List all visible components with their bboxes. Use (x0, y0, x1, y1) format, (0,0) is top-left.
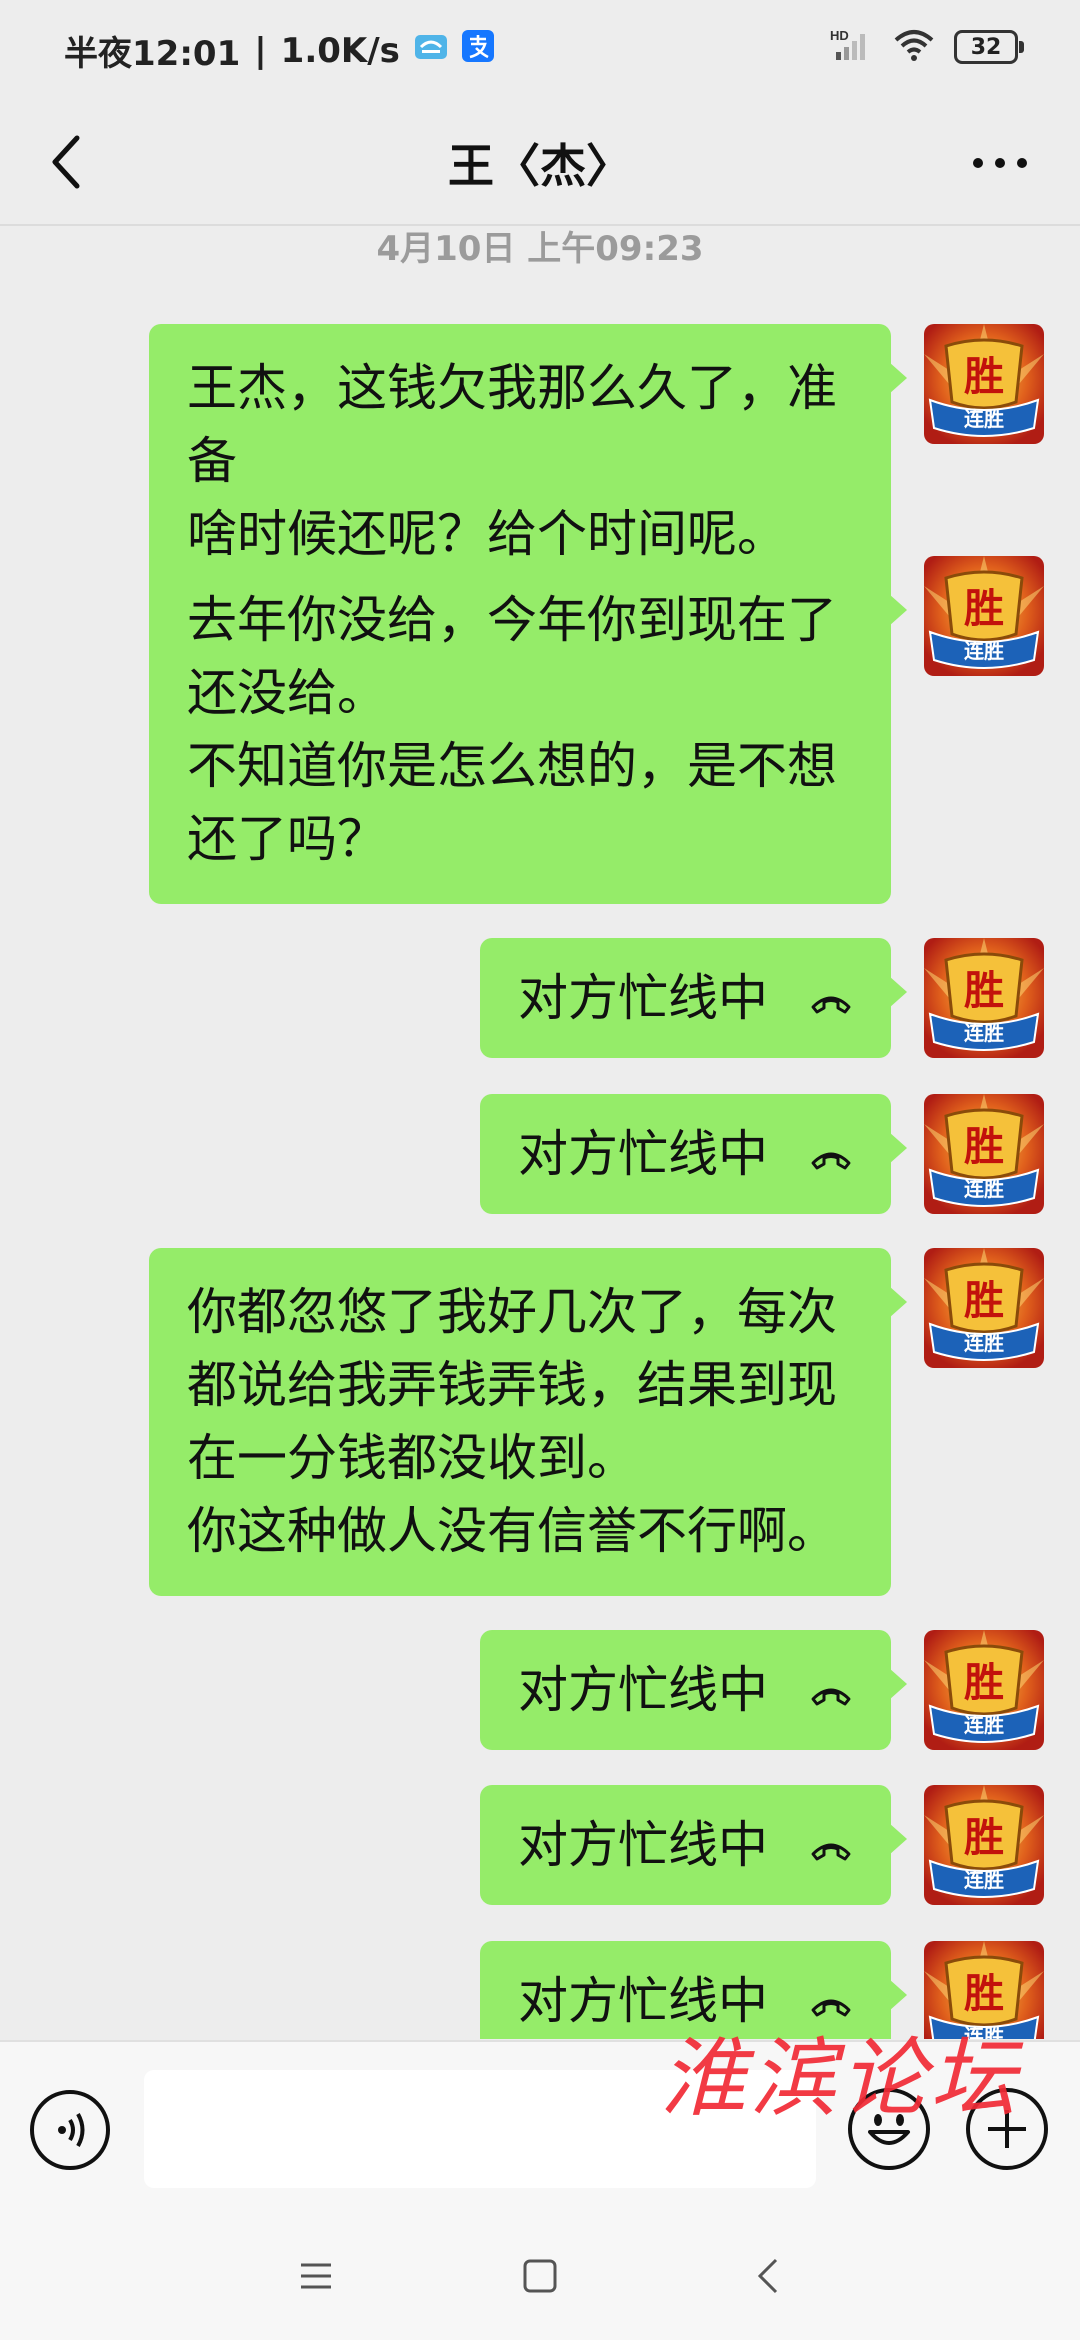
back-arrow-icon (757, 2258, 778, 2294)
sender-avatar[interactable]: 胜连胜 (924, 1630, 1044, 1750)
message-bubble[interactable]: 你都忽悠了我好几次了，每次 都说给我弄钱弄钱，结果到现 在一分钱都没收到。你这种做人… (149, 1248, 907, 1596)
message-line: 还了吗？ (187, 810, 387, 868)
more-button[interactable] (960, 128, 1040, 198)
svg-text:连胜: 连胜 (964, 407, 1004, 431)
nav-home-button[interactable] (510, 2248, 570, 2304)
signal-hd-label: HD (830, 28, 849, 43)
sender-avatar[interactable]: 胜连胜 (924, 1248, 1044, 1368)
svg-text:胜: 胜 (964, 1815, 1004, 1861)
wifi-icon (892, 28, 936, 66)
hangup-phone-icon (809, 1118, 853, 1191)
hangup-phone-icon (809, 1654, 853, 1727)
signal-icon: HD (830, 28, 874, 66)
svg-text:连胜: 连胜 (964, 1331, 1004, 1355)
svg-text:胜: 胜 (964, 968, 1004, 1014)
message-line: 你这种做人没有信誉不行啊。 (187, 1502, 837, 1560)
message-line: 去年你没给，今年你到现在了 (187, 591, 837, 649)
svg-text:连胜: 连胜 (964, 1713, 1004, 1737)
sender-avatar[interactable]: 胜连胜 (924, 1785, 1044, 1905)
svg-text:连胜: 连胜 (964, 639, 1004, 663)
status-right: HD 32 (830, 28, 1024, 66)
svg-text:连胜: 连胜 (964, 1177, 1004, 1201)
chat-title: 王〈杰〉 (448, 139, 632, 193)
hangup-phone-icon (811, 1152, 851, 1169)
svg-text:胜: 胜 (964, 1124, 1004, 1170)
home-square-icon (523, 2259, 557, 2293)
call-status-text: 对方忙线中 (518, 1660, 768, 1719)
svg-text:胜: 胜 (964, 354, 1004, 400)
message-line: 你都忽悠了我好几次了，每次 (187, 1283, 837, 1341)
message-line: 在一分钱都没收到。 (187, 1429, 637, 1487)
voice-button[interactable] (30, 2090, 110, 2170)
svg-text:胜: 胜 (964, 1660, 1004, 1706)
system-nav-bar (0, 2212, 1080, 2340)
chat-header: 王〈杰〉 (0, 100, 1080, 226)
app-notification-icon (414, 31, 448, 71)
alipay-icon (461, 30, 494, 71)
svg-text:胜: 胜 (964, 586, 1004, 632)
status-separator: | (254, 30, 267, 71)
hangup-phone-icon (809, 1809, 853, 1882)
call-bubble[interactable]: 对方忙线中 (480, 938, 907, 1058)
call-status-text: 对方忙线中 (518, 968, 768, 1027)
watermark-text: 淮滨论坛 (660, 2029, 1020, 2129)
menu-icon (301, 2263, 331, 2289)
message-bubble[interactable]: 去年你没给，今年你到现在了 还没给。不知道你是怎么想的，是不想 还了吗？ (149, 556, 907, 904)
voice-icon (58, 2113, 85, 2147)
status-bar: 半夜12:01 | 1.0K/s HD 32 (0, 0, 1080, 100)
sender-avatar[interactable]: 胜连胜 (924, 938, 1044, 1058)
message-list[interactable]: 4月10日 上午09:23 王杰，这钱欠我那么久了，准备 啥时候还呢？给个时间呢。… (0, 224, 1080, 2039)
hangup-phone-icon (811, 1688, 851, 1705)
sender-avatar[interactable]: 胜连胜 (924, 1094, 1044, 1214)
svg-text:连胜: 连胜 (964, 1868, 1004, 1892)
svg-text:连胜: 连胜 (964, 1021, 1004, 1045)
hangup-phone-icon (809, 962, 853, 1035)
nav-back-button[interactable] (738, 2248, 798, 2304)
message-line: 都说给我弄钱弄钱，结果到现 (187, 1356, 837, 1414)
message-line: 还没给。 (187, 664, 387, 722)
call-status-text: 对方忙线中 (518, 1815, 768, 1874)
sender-avatar[interactable]: 胜连胜 (924, 556, 1044, 676)
message-line: 不知道你是怎么想的，是不想 (187, 737, 837, 795)
nav-menu-button[interactable] (286, 2248, 346, 2304)
status-left: 半夜12:01 | 1.0K/s (64, 26, 494, 75)
hangup-phone-icon (811, 1843, 851, 1860)
message-line: 王杰，这钱欠我那么久了，准备 (187, 359, 837, 490)
battery-icon: 32 (954, 30, 1024, 64)
call-status-text: 对方忙线中 (518, 1124, 768, 1183)
sender-avatar[interactable]: 胜连胜 (924, 324, 1044, 444)
call-bubble[interactable]: 对方忙线中 (480, 1094, 907, 1214)
battery-level: 32 (970, 34, 1002, 60)
more-dots-icon (973, 158, 1027, 168)
network-speed: 1.0K/s (280, 30, 400, 71)
message-timestamp: 4月10日 上午09:23 (376, 229, 704, 269)
call-bubble[interactable]: 对方忙线中 (480, 1630, 907, 1750)
call-bubble[interactable]: 对方忙线中 (480, 1785, 907, 1905)
hangup-phone-icon (811, 996, 851, 1013)
svg-text:胜: 胜 (964, 1278, 1004, 1324)
status-time: 半夜12:01 (64, 34, 241, 74)
